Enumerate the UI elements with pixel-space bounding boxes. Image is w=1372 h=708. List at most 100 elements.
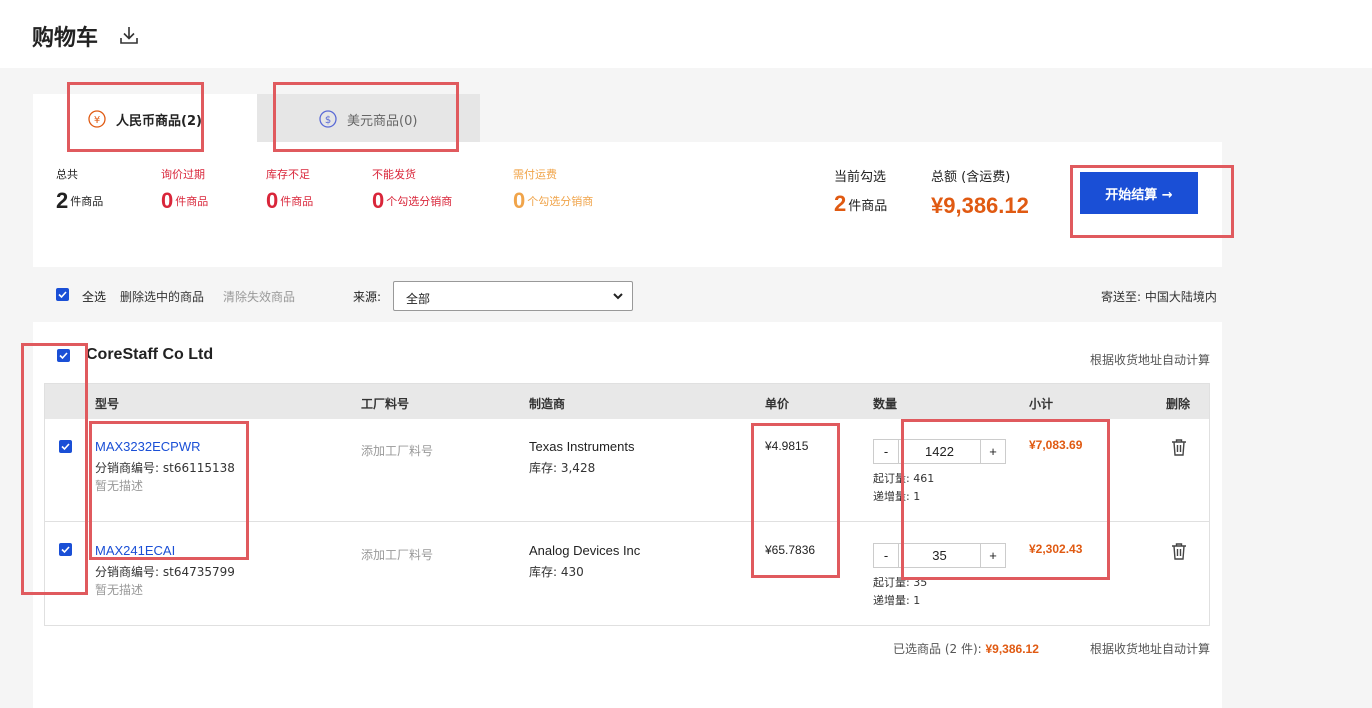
part-description: 暂无描述 [95, 583, 144, 597]
table-row: MAX241ECAI 分销商编号: st64735799 暂无描述 添加工厂料号… [45, 523, 1209, 626]
trash-icon[interactable] [1171, 438, 1187, 456]
download-icon[interactable] [119, 24, 139, 46]
stat-freight-unit: 个勾选分销商 [527, 195, 594, 208]
tab-usd-label: 美元商品(0) [347, 114, 418, 129]
stat-low-stock-value: 0 [266, 188, 279, 213]
stat-low-stock-unit: 件商品 [280, 195, 314, 208]
add-factory-part-link[interactable]: 添加工厂料号 [361, 442, 433, 459]
trash-icon[interactable] [1171, 542, 1187, 560]
qty-input[interactable]: 1422 [899, 439, 980, 464]
quantity-stepper: - 1422 + [873, 439, 1006, 464]
stat-freight[interactable]: 需付运费 0 个勾选分销商 [513, 166, 593, 214]
th-subtotal: 小计 [1029, 397, 1054, 411]
min-order-qty: 起订量: 461 [873, 472, 935, 485]
total-amount-value: ¥9,386.12 [931, 193, 1029, 218]
cart-toolbar: 全选 删除选中的商品 清除失效商品 来源: 全部 寄送至: 中国大陆境内 [33, 267, 1222, 322]
select-all-label[interactable]: 全选 [82, 288, 106, 305]
th-factory: 工厂料号 [361, 397, 410, 411]
min-order-qty: 起订量: 35 [873, 576, 928, 589]
stat-expired-value: 0 [161, 188, 174, 213]
stat-no-ship-value: 0 [372, 188, 385, 213]
clear-invalid-link[interactable]: 清除失效商品 [223, 288, 295, 305]
source-select-value: 全部 [406, 292, 431, 306]
row-subtotal: ¥7,083.69 [1029, 438, 1083, 452]
page-title: 购物车 [32, 26, 99, 51]
svg-text:$: $ [325, 115, 331, 126]
tab-cny-products[interactable]: ¥ 人民币商品(2) [33, 94, 257, 142]
row-checkbox[interactable] [59, 440, 72, 453]
stat-no-ship-label: 不能发货 [372, 168, 416, 181]
summary-panel: 总共 2 件商品 询价过期 0 件商品 库存不足 0 件商品 不能发货 0 个勾选分销商… [33, 142, 1222, 267]
vendor-auto-calc: 根据收货地址自动计算 [1090, 353, 1211, 367]
qty-input[interactable]: 35 [899, 543, 980, 568]
cart-table: 型号 工厂料号 制造商 单价 数量 小计 删除 MAX3232ECPWR 分销商… [44, 383, 1210, 626]
dollar-icon: $ [319, 110, 337, 128]
stat-selected-value: 2 [834, 191, 847, 216]
stat-expired[interactable]: 询价过期 0 件商品 [161, 166, 208, 214]
stat-no-ship[interactable]: 不能发货 0 个勾选分销商 [372, 166, 452, 214]
th-part: 型号 [95, 397, 120, 411]
ship-to[interactable]: 寄送至: 中国大陆境内 [1101, 288, 1217, 305]
total-amount-block: 总额 (含运费) ¥9,386.12 [931, 166, 1029, 219]
increment-qty: 递增量: 1 [873, 490, 921, 503]
stock: 库存: 430 [529, 565, 584, 579]
tab-cny-label: 人民币商品(2) [116, 114, 202, 129]
quantity-stepper: - 35 + [873, 543, 1006, 568]
stat-freight-value: 0 [513, 188, 526, 213]
stat-total-value: 2 [56, 188, 69, 213]
vendor-name: CoreStaff Co Ltd [86, 346, 214, 363]
row-subtotal: ¥2,302.43 [1029, 542, 1083, 556]
table-row: MAX3232ECPWR 分销商编号: st66115138 暂无描述 添加工厂… [45, 419, 1209, 522]
source-label: 来源: [353, 290, 382, 304]
distributor-number: 分销商编号: st64735799 [95, 565, 235, 579]
add-factory-part-link[interactable]: 添加工厂料号 [361, 546, 433, 563]
selected-summary: 已选商品 (2 件): ¥9,386.12 [893, 640, 1039, 657]
qty-decrement-button[interactable]: - [873, 439, 899, 464]
qty-increment-button[interactable]: + [980, 439, 1006, 464]
stat-low-stock-label: 库存不足 [266, 168, 310, 181]
stat-expired-label: 询价过期 [161, 168, 205, 181]
checkout-button[interactable]: 开始结算 → [1080, 172, 1198, 214]
stat-expired-unit: 件商品 [175, 195, 209, 208]
chevron-down-icon [612, 290, 624, 305]
part-number-link[interactable]: MAX3232ECPWR [95, 439, 200, 454]
selected-summary-amount: ¥9,386.12 [985, 642, 1039, 656]
svg-text:¥: ¥ [94, 115, 100, 126]
row-checkbox[interactable] [59, 543, 72, 556]
stat-low-stock[interactable]: 库存不足 0 件商品 [266, 166, 313, 214]
qty-increment-button[interactable]: + [980, 543, 1006, 568]
cart-vendor-section: CoreStaff Co Ltd 根据收货地址自动计算 型号 工厂料号 制造商 … [33, 322, 1222, 708]
part-description: 暂无描述 [95, 479, 144, 493]
select-all-checkbox[interactable] [56, 288, 69, 301]
delete-selected-link[interactable]: 删除选中的商品 [120, 288, 204, 305]
manufacturer: Analog Devices Inc [529, 543, 641, 558]
top-bar: 购物车 [0, 0, 1372, 68]
stat-total-label: 总共 [56, 168, 78, 181]
th-price: 单价 [765, 397, 790, 411]
stat-selected: 当前勾选 2 件商品 [834, 166, 887, 217]
stat-total: 总共 2 件商品 [56, 166, 103, 214]
stat-freight-label: 需付运费 [513, 168, 557, 181]
unit-price: ¥4.9815 [765, 439, 809, 453]
total-amount-label: 总额 (含运费) [931, 170, 1011, 185]
tab-usd-products[interactable]: $ 美元商品(0) [257, 94, 480, 142]
manufacturer: Texas Instruments [529, 439, 635, 454]
stat-selected-unit: 件商品 [848, 198, 888, 214]
th-mfr: 制造商 [529, 397, 566, 411]
distributor-number: 分销商编号: st66115138 [95, 461, 235, 475]
unit-price: ¥65.7836 [765, 543, 816, 557]
th-qty: 数量 [873, 397, 898, 411]
stat-total-unit: 件商品 [70, 195, 104, 208]
part-number-link[interactable]: MAX241ECAI [95, 543, 175, 558]
stock: 库存: 3,428 [529, 461, 596, 475]
vendor-checkbox[interactable] [57, 349, 70, 362]
increment-qty: 递增量: 1 [873, 594, 921, 607]
table-header: 型号 工厂料号 制造商 单价 数量 小计 删除 [45, 384, 1209, 419]
selected-summary-label: 已选商品 (2 件): [893, 642, 986, 656]
yuan-icon: ¥ [88, 110, 106, 128]
stat-selected-label: 当前勾选 [834, 170, 887, 185]
footer-auto-calc: 根据收货地址自动计算 [1090, 642, 1211, 656]
qty-decrement-button[interactable]: - [873, 543, 899, 568]
stat-no-ship-unit: 个勾选分销商 [386, 195, 453, 208]
source-select[interactable]: 全部 [393, 281, 633, 311]
